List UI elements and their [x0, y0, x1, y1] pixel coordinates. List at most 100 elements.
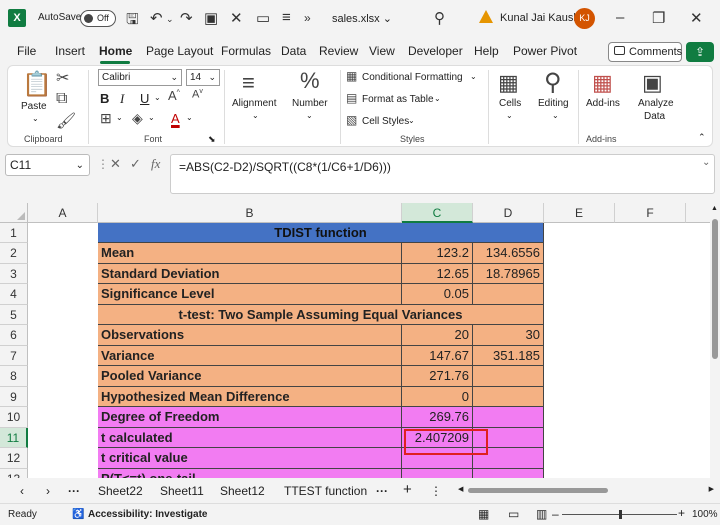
- addins-label[interactable]: Add-ins: [586, 98, 620, 109]
- font-size-select[interactable]: 14 ⌄: [186, 69, 220, 86]
- comments-button[interactable]: Comments: [608, 42, 682, 62]
- name-box[interactable]: C11 ⌄: [5, 154, 90, 176]
- alignment-dropdown-icon[interactable]: ⌄: [252, 111, 259, 120]
- zoom-level[interactable]: 100%: [692, 509, 718, 520]
- insert-function-icon[interactable]: fx: [151, 156, 160, 172]
- cell-b5-ttest-header[interactable]: t-test: Two Sample Assuming Equal Varian…: [98, 305, 544, 325]
- zoom-in-icon[interactable]: +: [678, 506, 685, 520]
- copy-icon[interactable]: ⧉: [56, 90, 67, 108]
- add-sheet-icon[interactable]: +: [403, 481, 412, 498]
- underline-dropdown-icon[interactable]: ⌄: [154, 93, 161, 102]
- column-header-e[interactable]: E: [544, 203, 615, 223]
- fill-dropdown-icon[interactable]: ⌄: [148, 113, 155, 122]
- cell-b2[interactable]: Mean: [98, 243, 402, 264]
- select-all-button[interactable]: [0, 203, 28, 223]
- cancel-icon[interactable]: ✕: [110, 156, 121, 172]
- tab-insert[interactable]: Insert: [55, 44, 85, 58]
- borders-dropdown-icon[interactable]: ⌄: [116, 113, 123, 122]
- vertical-scrollbar[interactable]: ▲: [710, 203, 720, 478]
- cell-c8[interactable]: 271.76: [402, 366, 473, 387]
- chevron-down-icon[interactable]: ⌄: [434, 94, 441, 103]
- accessibility-status[interactable]: Accessibility: Investigate: [88, 509, 208, 520]
- fill-color-icon[interactable]: ◈: [132, 110, 143, 127]
- editing-dropdown-icon[interactable]: ⌄: [552, 111, 559, 120]
- cells-dropdown-icon[interactable]: ⌄: [506, 111, 513, 120]
- chevron-down-icon[interactable]: ⌄: [470, 72, 477, 81]
- prev-sheet-icon[interactable]: ‹: [20, 484, 24, 498]
- font-dialog-launcher-icon[interactable]: ⬊: [208, 134, 216, 145]
- row-header-4[interactable]: 4: [0, 284, 28, 305]
- scroll-up-icon[interactable]: ▲: [711, 205, 718, 212]
- close-icon[interactable]: ✕: [690, 9, 703, 27]
- normal-view-icon[interactable]: ▦: [478, 507, 489, 521]
- next-sheet-icon[interactable]: ›: [46, 484, 50, 498]
- cut-icon[interactable]: ✂: [56, 68, 69, 88]
- percent-icon[interactable]: %: [300, 68, 320, 94]
- customize-toolbar-icon[interactable]: »: [304, 11, 311, 25]
- cell-c7[interactable]: 147.67: [402, 346, 473, 366]
- tab-review[interactable]: Review: [319, 44, 358, 58]
- tab-home[interactable]: Home: [99, 44, 132, 58]
- vertical-scroll-thumb[interactable]: [712, 219, 718, 359]
- conditional-formatting-button[interactable]: Conditional Formatting: [362, 72, 463, 83]
- enter-icon[interactable]: ✓: [130, 156, 141, 172]
- analyze-label-line1[interactable]: Analyze: [638, 98, 674, 109]
- page-break-view-icon[interactable]: ▥: [536, 507, 547, 521]
- row-header-13[interactable]: 13: [0, 469, 28, 478]
- tab-help[interactable]: Help: [474, 44, 499, 58]
- row-header-9[interactable]: 9: [0, 387, 28, 407]
- cell-d4[interactable]: [473, 284, 544, 305]
- cell-d8[interactable]: [473, 366, 544, 387]
- cell-b7[interactable]: Variance: [98, 346, 402, 366]
- column-header-b[interactable]: B: [98, 203, 402, 223]
- cell-b4[interactable]: Significance Level: [98, 284, 402, 305]
- row-header-8[interactable]: 8: [0, 366, 28, 387]
- zoom-slider-handle[interactable]: [619, 510, 622, 519]
- cell-d3[interactable]: 18.78965: [473, 264, 544, 284]
- cell-d13[interactable]: [473, 469, 544, 478]
- share-button[interactable]: ⇪: [686, 42, 714, 62]
- font-color-dropdown-icon[interactable]: ⌄: [186, 113, 193, 122]
- borders-icon[interactable]: ⊞: [100, 110, 112, 127]
- tab-power-pivot[interactable]: Power Pivot: [513, 44, 577, 58]
- cell-c2[interactable]: 123.2: [402, 243, 473, 264]
- cells-label[interactable]: Cells: [499, 98, 521, 109]
- addins-icon[interactable]: ▦: [592, 70, 613, 96]
- row-header-10[interactable]: 10: [0, 407, 28, 428]
- autofill-icon[interactable]: ≡: [282, 9, 291, 26]
- column-header-c[interactable]: C: [402, 203, 473, 223]
- bold-button[interactable]: B: [100, 91, 109, 106]
- column-header-g[interactable]: [686, 203, 710, 223]
- format-as-table-button[interactable]: Format as Table: [362, 94, 434, 105]
- cell-c4[interactable]: 0.05: [402, 284, 473, 305]
- cell-b9[interactable]: Hypothesized Mean Difference: [98, 387, 402, 407]
- cell-c6[interactable]: 20: [402, 325, 473, 346]
- undo-icon[interactable]: ↶: [150, 9, 163, 27]
- cell-d9[interactable]: [473, 387, 544, 407]
- collapse-ribbon-icon[interactable]: ⌃: [698, 132, 706, 143]
- cell-c13[interactable]: [402, 469, 473, 478]
- cell-b13[interactable]: P(T<=t) one-tail: [98, 469, 402, 478]
- scroll-left-icon[interactable]: ◀: [458, 485, 463, 493]
- alignment-icon[interactable]: ≡: [242, 70, 255, 96]
- column-header-f[interactable]: F: [615, 203, 686, 223]
- autosave-toggle[interactable]: Off: [80, 10, 116, 27]
- paste-label[interactable]: Paste: [21, 101, 47, 112]
- cell-b1-title[interactable]: TDIST function: [98, 223, 544, 243]
- tab-data[interactable]: Data: [281, 44, 306, 58]
- tab-page-layout[interactable]: Page Layout: [146, 44, 213, 58]
- cell-c10[interactable]: 269.76: [402, 407, 473, 428]
- cell-d2[interactable]: 134.6556: [473, 243, 544, 264]
- cell-c9[interactable]: 0: [402, 387, 473, 407]
- font-shrink-icon[interactable]: Av: [192, 88, 203, 101]
- tab-developer[interactable]: Developer: [408, 44, 463, 58]
- row-header-3[interactable]: 3: [0, 264, 28, 284]
- cell-b12[interactable]: t critical value: [98, 448, 402, 469]
- number-label[interactable]: Number: [292, 98, 328, 109]
- cell-b11[interactable]: t calculated: [98, 428, 402, 448]
- italic-button[interactable]: I: [120, 91, 124, 107]
- file-name[interactable]: sales.xlsx ⌄: [332, 12, 392, 25]
- search-icon[interactable]: ⚲: [434, 9, 445, 27]
- editing-search-icon[interactable]: ⚲: [544, 68, 562, 97]
- more-sheets-right-icon[interactable]: ···: [376, 484, 388, 498]
